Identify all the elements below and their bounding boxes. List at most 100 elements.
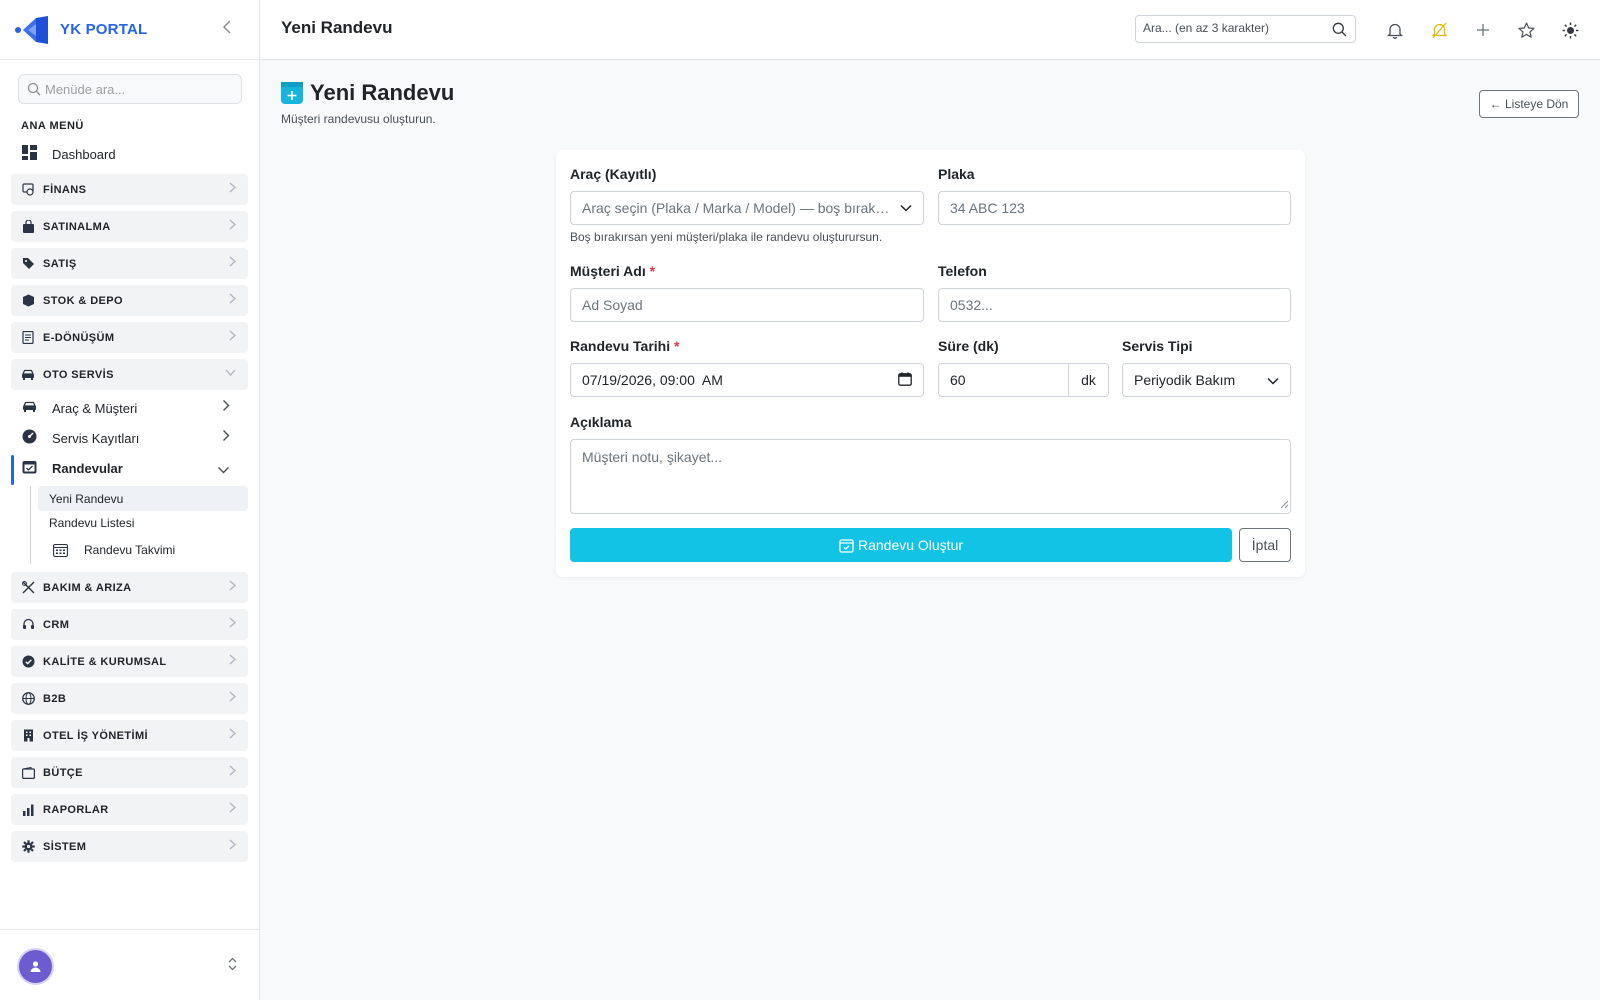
sidebar-item-label: Randevu Takvimi [84,542,176,557]
appointment-date-field[interactable]: 07/19/2026, 09:00 AM [570,363,924,397]
sidebar-group-otel[interactable]: OTEL İŞ YÖNETİMİ [11,720,248,751]
plate-input[interactable] [950,200,1279,216]
sidebar-leaf-randevu-takvimi[interactable]: Randevu Takvimi [38,537,248,562]
create-appointment-button[interactable]: Randevu Oluştur [570,528,1232,562]
sidebar-group-satis[interactable]: SATIŞ [11,248,248,279]
resize-handle-icon[interactable] [1280,496,1289,512]
sidebar-group-oto-servis[interactable]: OTO SERVİS [11,359,248,390]
box-icon [21,294,35,308]
sidebar-leaf-randevu-listesi[interactable]: Randevu Listesi [38,510,248,535]
sidebar-leaf-yeni-randevu[interactable]: Yeni Randevu [38,486,248,511]
customer-name-field[interactable] [570,288,924,322]
vehicle-select[interactable]: Araç seçin (Plaka / Marka / Model) — boş… [570,191,924,225]
sidebar-group-bakim-ariza[interactable]: BAKIM & ARIZA [11,572,248,603]
back-to-list-button[interactable]: ← Listeye Dön [1479,90,1579,118]
sidebar-group-stok-depo[interactable]: STOK & DEPO [11,285,248,316]
global-search-input[interactable] [1143,21,1323,35]
group-label: FİNANS [43,183,87,196]
gauge-icon [22,429,37,447]
cancel-button[interactable]: İptal [1239,528,1291,562]
sidebar-item-arac-musteri[interactable]: Araç & Müşteri [22,396,236,420]
sidebar-group-b2b[interactable]: B2B [11,683,248,714]
group-label: BÜTÇE [43,766,83,779]
sidebar-item-label: Randevular [52,460,123,476]
headset-icon [21,618,35,632]
sidebar-group-finans[interactable]: FİNANS [11,174,248,205]
service-type-value: Periyodik Bakım [1134,372,1236,388]
chevron-up-down-icon[interactable] [228,957,237,974]
plate-field[interactable] [938,191,1291,225]
sidebar-group-kalite-kurumsal[interactable]: KALİTE & KURUMSAL [11,646,248,677]
star-icon[interactable] [1515,19,1537,41]
sidebar-group-e-donusum[interactable]: E-DÖNÜŞÜM [11,322,248,353]
chevron-down-icon [225,367,236,379]
avatar[interactable] [19,950,52,983]
plus-icon[interactable] [1472,19,1494,41]
sidebar-group-satinalma[interactable]: SATINALMA [11,211,248,242]
gear-icon [21,840,35,854]
badge-check-icon [21,655,35,669]
search-icon[interactable] [1332,22,1347,40]
globe-icon [21,692,35,706]
sidebar-group-sistem[interactable]: SİSTEM [11,831,248,862]
sidebar-item-label: Yeni Randevu [49,491,124,506]
tools-icon [21,581,35,595]
bell-off-icon[interactable] [1428,19,1450,41]
phone-input[interactable] [950,297,1279,313]
sidebar-group-butce[interactable]: BÜTÇE [11,757,248,788]
chevron-right-icon [229,256,236,270]
chevron-right-icon [229,728,236,742]
sidebar-item-label: Servis Kayıtları [52,430,140,446]
chevron-right-icon [222,399,230,415]
calendar-icon[interactable] [898,371,912,389]
description-field[interactable] [570,439,1291,514]
sidebar-item-dashboard[interactable]: Dashboard [22,144,116,164]
header-title: Yeni Randevu [281,18,393,37]
global-search[interactable] [1135,15,1356,43]
sidebar: YK PORTAL ANA MENÜ Dashboard FİNANS SATI… [0,0,260,1000]
menu-search-input[interactable] [45,81,225,97]
chevron-down-icon [900,204,912,212]
collapse-sidebar-icon[interactable] [222,20,238,40]
customer-name-input[interactable] [582,297,912,313]
notifications-bell-icon[interactable] [1384,19,1406,41]
duration-unit: dk [1069,363,1109,397]
user-bar [0,929,259,1000]
document-icon [21,331,35,345]
duration-field[interactable]: 60 [938,363,1069,397]
wallet-icon [21,766,35,780]
page-subtitle: Müşteri randevusu oluşturun. [281,112,436,126]
chevron-down-icon [1267,372,1279,388]
section-title: ANA MENÜ [21,120,84,132]
phone-field[interactable] [938,288,1291,322]
vehicle-label: Araç (Kayıtlı) [570,166,657,182]
brand[interactable]: YK PORTAL [0,0,259,60]
service-type-select[interactable]: Periyodik Bakım [1122,363,1291,397]
calendar-plus-icon [281,82,303,104]
menu-search[interactable] [18,74,242,104]
plate-label: Plaka [938,166,975,182]
chevron-right-icon [229,617,236,631]
car-icon [21,368,35,382]
sidebar-group-raporlar[interactable]: RAPORLAR [11,794,248,825]
required-mark: * [673,338,680,354]
sidebar-item-randevular[interactable]: Randevular [22,456,236,480]
sidebar-item-servis-kayitlari[interactable]: Servis Kayıtları [22,426,236,450]
logo-icon [14,14,50,46]
chevron-right-icon [229,765,236,779]
description-textarea[interactable] [582,449,1279,504]
active-indicator [11,455,14,485]
chevron-right-icon [229,654,236,668]
sidebar-group-crm[interactable]: CRM [11,609,248,640]
brand-name: YK PORTAL [60,21,148,38]
group-label: B2B [43,692,67,705]
chevron-right-icon [229,219,236,233]
search-icon [27,82,41,99]
required-mark: * [649,263,656,279]
phone-label: Telefon [938,263,987,279]
group-label: SATINALMA [43,220,111,233]
group-label: CRM [43,618,70,631]
group-label: OTEL İŞ YÖNETİMİ [43,729,149,742]
sun-theme-icon[interactable] [1559,19,1581,41]
appointment-date-label: Randevu Tarihi * [570,338,679,354]
